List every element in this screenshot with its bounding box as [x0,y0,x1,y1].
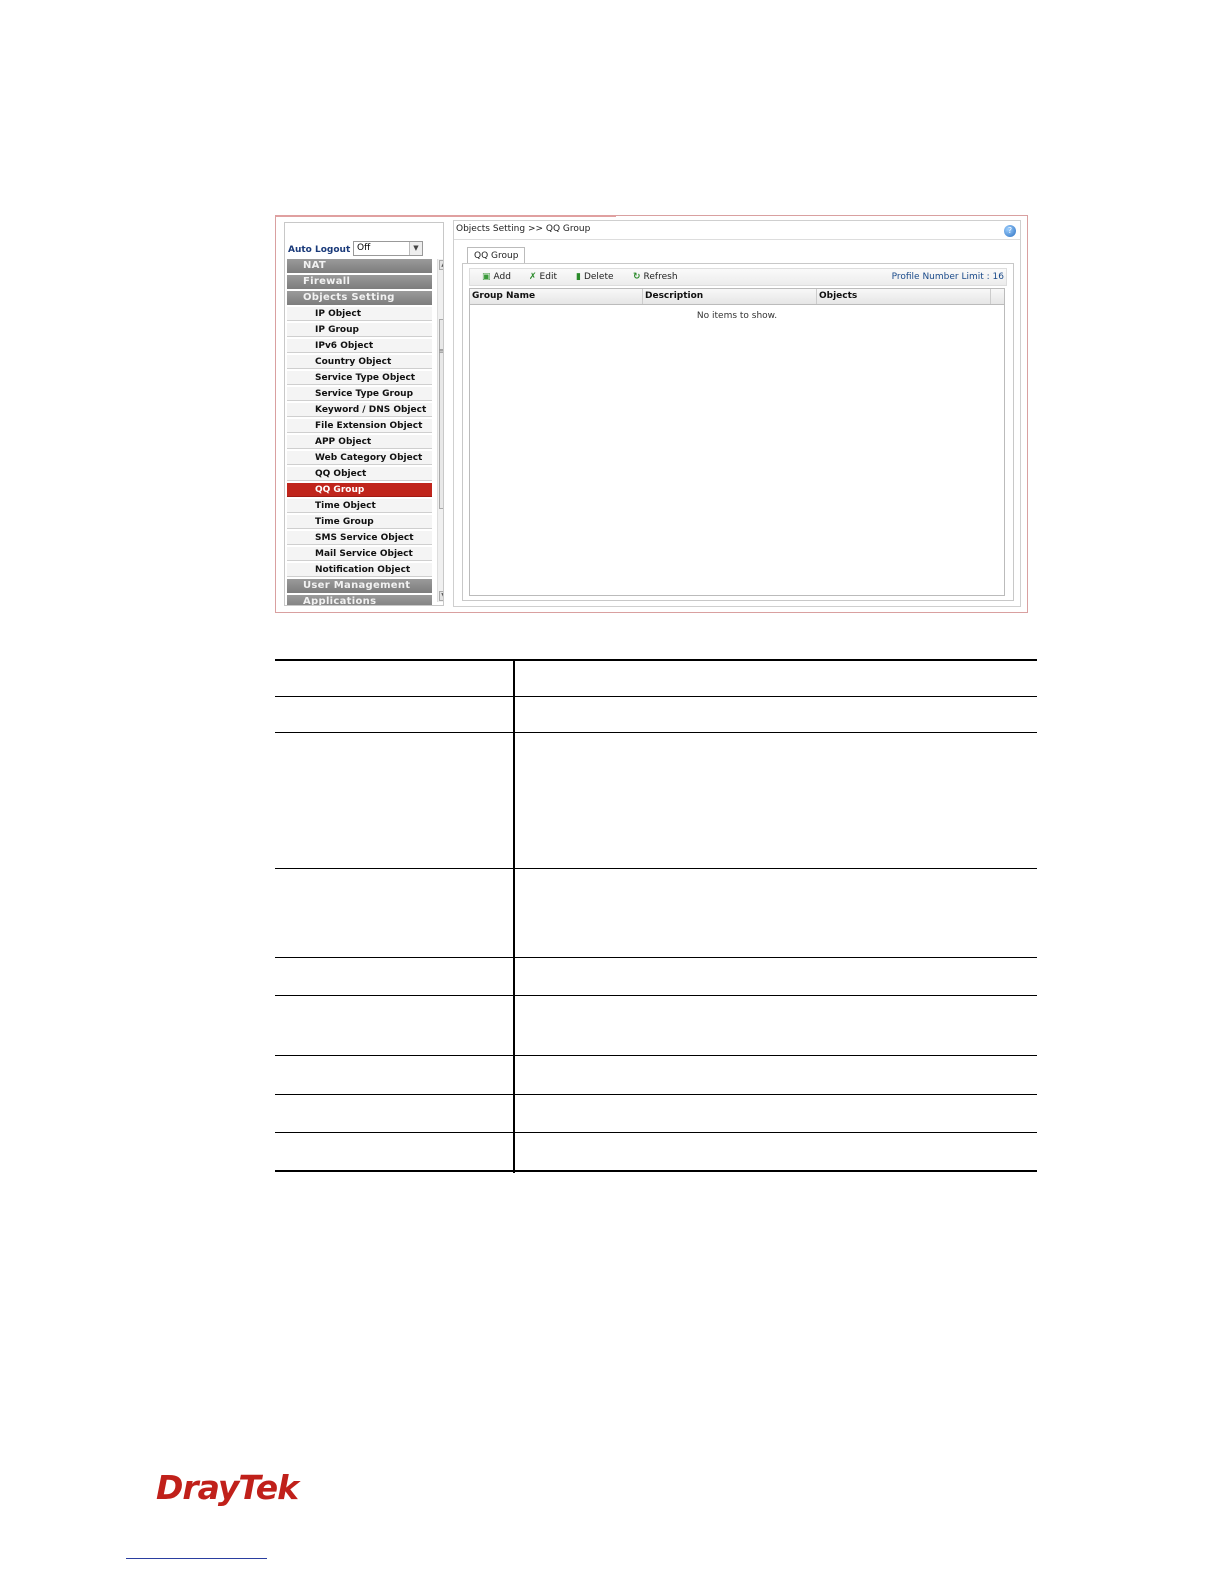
table-rule [275,1132,1037,1133]
sidebar-item-notification-object[interactable]: Notification Object [287,563,432,577]
sidebar-item-file-extension-object[interactable]: File Extension Object [287,419,432,433]
table-rule [275,1094,1037,1095]
main-panel: Objects Setting >> QQ Group ? QQ Group ▣… [453,220,1021,607]
column-header-objects[interactable]: Objects [817,289,991,304]
sidebar-item-time-object[interactable]: Time Object [287,499,432,513]
table-rule [275,696,1037,697]
sidebar-category-applications[interactable]: Applications [287,595,432,605]
sidebar-item-service-type-object[interactable]: Service Type Object [287,371,432,385]
edit-icon: ✗ [529,272,537,282]
sidebar-category-objects-setting[interactable]: Objects Setting [287,291,432,305]
refresh-button[interactable]: ↻ Refresh [633,270,678,284]
sidebar-item-qq-group[interactable]: QQ Group [287,483,432,497]
table-rule [275,659,1037,661]
help-icon[interactable]: ? [1004,225,1016,237]
profile-number-limit: Profile Number Limit : 16 [891,272,1004,282]
sidebar: Auto Logout : Off ▼ NAT Firewall Objects… [284,222,444,606]
auto-logout-value: Off [357,243,371,253]
tab-qq-group[interactable]: QQ Group [467,247,526,264]
breadcrumb-divider [454,239,1020,240]
sidebar-item-service-type-group[interactable]: Service Type Group [287,387,432,401]
column-header-group-name[interactable]: Group Name [470,289,643,304]
add-button[interactable]: ▣ Add [482,270,511,284]
frame-accent-line [276,215,616,217]
sidebar-category-user-management[interactable]: User Management [287,579,432,593]
sidebar-item-ipv6-object[interactable]: IPv6 Object [287,339,432,353]
table-header: Group Name Description Objects [470,289,1004,305]
sidebar-item-mail-service-object[interactable]: Mail Service Object [287,547,432,561]
sidebar-category-firewall[interactable]: Firewall [287,275,432,289]
table-rule [275,957,1037,958]
sidebar-item-app-object[interactable]: APP Object [287,435,432,449]
sidebar-item-web-category-object[interactable]: Web Category Object [287,451,432,465]
sidebar-item-time-group[interactable]: Time Group [287,515,432,529]
table-rule [275,732,1037,733]
table-column-divider [513,659,515,1173]
scroll-down-icon[interactable]: ▼ [439,591,443,601]
sidebar-item-qq-object[interactable]: QQ Object [287,467,432,481]
table-rule [275,1055,1037,1056]
table-rule [275,995,1037,996]
sidebar-item-ip-group[interactable]: IP Group [287,323,432,337]
add-icon: ▣ [482,272,491,282]
auto-logout-label: Auto Logout : [288,245,357,255]
edit-label: Edit [539,272,557,282]
draytek-logo: DrayTek [156,1468,299,1507]
chevron-down-icon: ▼ [409,242,422,255]
empty-message: No items to show. [696,311,778,321]
group-table: Group Name Description Objects No items … [469,288,1005,596]
refresh-label: Refresh [643,272,678,282]
sidebar-item-ip-object[interactable]: IP Object [287,307,432,321]
tab-content: ▣ Add ✗ Edit ▮ Delete ↻ Refresh Profile Numb… [462,263,1014,601]
auto-logout-select[interactable]: Off ▼ [353,241,423,256]
toolbar: ▣ Add ✗ Edit ▮ Delete ↻ Refresh Profile Numb… [469,268,1007,286]
sidebar-item-country-object[interactable]: Country Object [287,355,432,369]
sidebar-item-keyword-dns-object[interactable]: Keyword / DNS Object [287,403,432,417]
add-label: Add [493,272,511,282]
trash-icon: ▮ [576,272,581,282]
sidebar-item-sms-service-object[interactable]: SMS Service Object [287,531,432,545]
sidebar-scrollbar[interactable]: ▲ ≡ ▼ [437,259,443,602]
table-rule [275,1170,1037,1172]
breadcrumb: Objects Setting >> QQ Group [456,224,591,234]
edit-button[interactable]: ✗ Edit [529,270,557,284]
delete-label: Delete [583,272,614,282]
scroll-up-icon[interactable]: ▲ [439,260,443,270]
refresh-icon: ↻ [633,272,641,282]
router-ui-screenshot: Auto Logout : Off ▼ NAT Firewall Objects… [275,215,1028,613]
delete-button[interactable]: ▮ Delete [576,270,614,284]
grip-icon: ≡ [439,347,443,355]
sidebar-menu: NAT Firewall Objects Setting IP Object I… [287,259,432,605]
footer-link-underline [126,1558,267,1559]
column-header-description[interactable]: Description [643,289,817,304]
table-rule [275,868,1037,869]
sidebar-category-nat[interactable]: NAT [287,259,432,273]
